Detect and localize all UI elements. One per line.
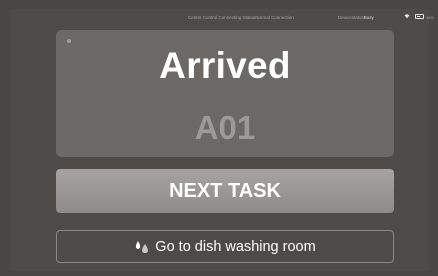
arrival-status-title: Arrived	[159, 45, 291, 86]
battery-percent: 48%	[426, 15, 435, 20]
location-code: A01	[194, 109, 256, 146]
wifi-icon	[404, 14, 410, 19]
device-status-text: DevicestatusBusy	[338, 15, 374, 20]
device-status-value: Busy	[363, 15, 374, 20]
battery-icon	[415, 14, 424, 19]
device-status-label: Devicestatus	[338, 15, 364, 20]
go-to-dish-washing-button[interactable]: Go to dish washing room	[56, 230, 394, 263]
go-to-dish-washing-label: Go to dish washing room	[155, 238, 316, 255]
arrival-card: Arrived A01	[56, 30, 394, 157]
next-task-button[interactable]: NEXT TASK	[56, 169, 394, 213]
status-bar: Center Control Connecting StatusNormal C…	[0, 0, 438, 20]
indicator-dot	[67, 39, 71, 43]
connection-status-text: Center Control Connecting StatusNormal C…	[188, 15, 294, 20]
water-drops-icon	[136, 240, 149, 253]
